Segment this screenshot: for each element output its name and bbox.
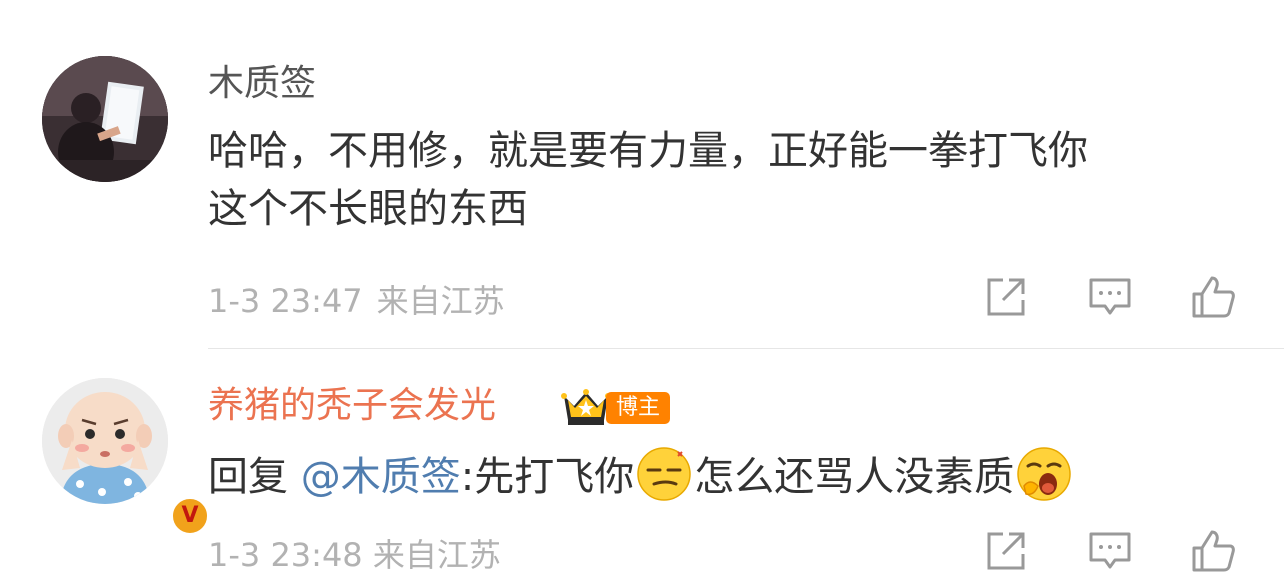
share-icon[interactable] bbox=[983, 528, 1029, 574]
comment-item: V 养猪的秃子会发光 博主 回复 @木质签:先打飞你 怎么还骂人没素质 1-3 … bbox=[0, 348, 1284, 575]
comment-text: 怎么还骂人没素质 bbox=[694, 454, 1015, 500]
verified-badge: V bbox=[170, 496, 210, 536]
comment-icon[interactable] bbox=[1087, 528, 1133, 574]
cartoon-baby-avatar bbox=[42, 378, 168, 504]
share-icon[interactable] bbox=[983, 274, 1029, 320]
comment-time: 1-3 23:47 bbox=[208, 282, 363, 320]
reply-prefix: 回复 bbox=[208, 454, 301, 500]
comment-location: 来自江苏 bbox=[376, 282, 505, 320]
comment-text: :先打飞你 bbox=[460, 454, 635, 500]
crown-icon bbox=[561, 389, 611, 425]
comment-username[interactable]: 养猪的秃子会发光 bbox=[208, 384, 496, 428]
user-avatar[interactable]: V bbox=[42, 378, 210, 536]
comment-meta: 1-3 23:48 来自江苏 bbox=[208, 530, 501, 576]
user-avatar-photo bbox=[42, 56, 168, 182]
like-icon[interactable] bbox=[1190, 274, 1236, 320]
comment-content-line: 这个不长眼的东西 bbox=[208, 186, 528, 232]
blogger-badge: 博主 bbox=[606, 392, 671, 424]
comment-meta: 1-3 23:47 来自江苏 bbox=[208, 276, 505, 322]
yawn-emoji bbox=[1017, 447, 1071, 501]
comment-content-line: 哈哈，不用修，就是要有力量，正好能一拳打飞你 bbox=[208, 128, 1088, 174]
comment-time-location: 1-3 23:48 来自江苏 bbox=[208, 536, 501, 574]
user-avatar[interactable] bbox=[42, 56, 168, 182]
mention-link[interactable]: @木质签 bbox=[301, 454, 461, 500]
comment-content: 哈哈，不用修，就是要有力量，正好能一拳打飞你 这个不长眼的东西 bbox=[208, 122, 1248, 238]
comment-username[interactable]: 木质签 bbox=[208, 62, 316, 106]
smirk-emoji bbox=[637, 447, 691, 501]
comment-item: 木质签 哈哈，不用修，就是要有力量，正好能一拳打飞你 这个不长眼的东西 1-3 … bbox=[0, 0, 1284, 348]
comment-content: 回复 @木质签:先打飞你 怎么还骂人没素质 bbox=[208, 446, 1248, 506]
like-icon[interactable] bbox=[1190, 528, 1236, 574]
comment-divider bbox=[208, 348, 1284, 349]
comment-icon[interactable] bbox=[1087, 274, 1133, 320]
